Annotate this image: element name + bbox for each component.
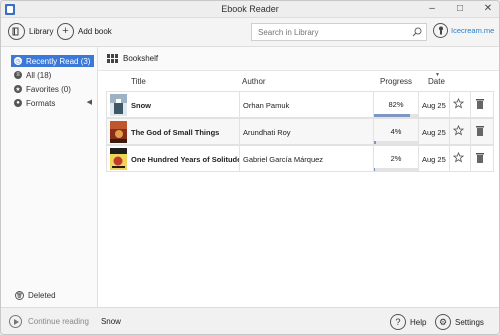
add-book-button[interactable]: + Add book bbox=[57, 23, 112, 40]
sidebar-item-favorites[interactable]: ★ Favorites (0) bbox=[11, 83, 94, 95]
gear-icon: ⚙ bbox=[435, 314, 451, 330]
table-row[interactable]: One Hundred Years of Solitude Gabriel Ga… bbox=[106, 145, 494, 172]
sidebar-item-deleted[interactable]: 🗑 Deleted bbox=[15, 291, 56, 300]
help-button[interactable]: ? Help bbox=[390, 314, 426, 330]
close-button[interactable]: ✕ bbox=[483, 3, 493, 15]
favorite-star-icon[interactable] bbox=[453, 98, 464, 109]
favorite-star-icon[interactable] bbox=[453, 152, 464, 163]
sidebar-item-label: Recently Read (3) bbox=[26, 56, 91, 66]
book-author: Gabriel García Márquez bbox=[243, 155, 324, 164]
book-title: The God of Small Things bbox=[131, 128, 220, 137]
help-icon: ? bbox=[390, 314, 406, 330]
sidebar: ◷ Recently Read (3) ≡ All (18) ★ Favorit… bbox=[1, 47, 98, 307]
library-button[interactable]: Library bbox=[8, 23, 53, 40]
help-label: Help bbox=[410, 317, 427, 327]
window-title: Ebook Reader bbox=[221, 4, 279, 14]
sidebar-item-label: All (18) bbox=[26, 70, 52, 80]
column-author[interactable]: Author bbox=[242, 77, 266, 86]
progress-bar bbox=[374, 114, 418, 117]
grid-icon bbox=[107, 54, 118, 63]
column-progress[interactable]: Progress bbox=[380, 77, 412, 86]
search-icon[interactable] bbox=[412, 27, 422, 37]
bookshelf-button[interactable]: Bookshelf bbox=[107, 54, 158, 63]
search-input[interactable] bbox=[258, 27, 408, 38]
formats-icon: ● bbox=[14, 99, 22, 107]
window-controls: – □ ✕ bbox=[427, 3, 493, 15]
delete-trash-icon[interactable] bbox=[475, 98, 485, 110]
continue-reading-button[interactable]: Continue reading Snow bbox=[9, 315, 121, 328]
table-row[interactable]: Snow Orhan Pamuk 82% Aug 25 bbox=[106, 91, 494, 118]
progress-percent: 4% bbox=[390, 127, 402, 136]
progress-percent: 82% bbox=[388, 100, 404, 109]
account-link[interactable]: Icecream.me bbox=[433, 23, 494, 38]
maximize-button[interactable]: □ bbox=[455, 3, 465, 15]
bookshelf-label: Bookshelf bbox=[123, 54, 159, 63]
column-date[interactable]: Date bbox=[428, 77, 445, 86]
list-icon: ≡ bbox=[14, 71, 22, 79]
trash-icon: 🗑 bbox=[15, 291, 24, 300]
add-book-label: Add book bbox=[78, 27, 112, 36]
deleted-label: Deleted bbox=[28, 291, 56, 300]
minimize-button[interactable]: – bbox=[427, 3, 437, 15]
clock-icon: ◷ bbox=[14, 57, 22, 65]
sidebar-item-formats[interactable]: ● Formats ◀ bbox=[11, 97, 94, 109]
book-author: Arundhati Roy bbox=[243, 128, 291, 137]
book-author: Orhan Pamuk bbox=[243, 101, 290, 110]
app-window: Ebook Reader – □ ✕ Library + Add book Se… bbox=[0, 0, 500, 335]
plus-icon: + bbox=[57, 23, 74, 40]
progress-bar bbox=[374, 168, 418, 171]
read-date: Aug 25 bbox=[422, 155, 446, 164]
book-title: Snow bbox=[131, 101, 151, 110]
progress-percent: 2% bbox=[390, 154, 402, 163]
sidebar-item-label: Favorites (0) bbox=[26, 84, 71, 94]
sidebar-item-all[interactable]: ≡ All (18) bbox=[11, 69, 94, 81]
table-row[interactable]: The God of Small Things Arundhati Roy 4%… bbox=[106, 118, 494, 145]
title-bar: Ebook Reader – □ ✕ bbox=[1, 1, 499, 18]
library-label: Library bbox=[29, 27, 54, 36]
search-box bbox=[251, 23, 427, 41]
continue-book-title: Snow bbox=[100, 317, 121, 326]
column-title[interactable]: Title bbox=[131, 77, 146, 86]
view-bar: Bookshelf bbox=[98, 47, 499, 71]
delete-trash-icon[interactable] bbox=[475, 152, 485, 164]
progress-bar bbox=[374, 141, 418, 144]
table-header: Title Author Progress ▼ Date bbox=[98, 72, 499, 90]
read-date: Aug 25 bbox=[422, 101, 446, 110]
book-cover bbox=[110, 121, 127, 143]
settings-label: Settings bbox=[455, 317, 484, 327]
toolbar: Library + Add book Icecream.me bbox=[1, 18, 499, 47]
book-cover bbox=[110, 148, 127, 170]
expand-arrow-icon[interactable]: ◀ bbox=[87, 98, 92, 106]
book-cover bbox=[110, 94, 127, 116]
library-icon bbox=[8, 23, 25, 40]
sidebar-item-recently-read[interactable]: ◷ Recently Read (3) bbox=[11, 55, 94, 67]
sidebar-item-label: Formats bbox=[26, 98, 56, 108]
favorite-star-icon[interactable] bbox=[453, 125, 464, 136]
read-date: Aug 25 bbox=[422, 128, 446, 137]
user-icon bbox=[433, 23, 448, 38]
status-bar: Continue reading Snow ? Help ⚙ Settings bbox=[1, 307, 499, 334]
play-icon bbox=[9, 315, 22, 328]
delete-trash-icon[interactable] bbox=[475, 125, 485, 137]
star-icon: ★ bbox=[14, 85, 22, 93]
main-panel: Bookshelf Title Author Progress ▼ Date S… bbox=[98, 47, 499, 307]
book-title: One Hundred Years of Solitude bbox=[131, 155, 239, 164]
continue-label: Continue reading bbox=[28, 317, 89, 326]
account-label: Icecream.me bbox=[451, 26, 495, 35]
settings-button[interactable]: ⚙ Settings bbox=[435, 314, 484, 330]
